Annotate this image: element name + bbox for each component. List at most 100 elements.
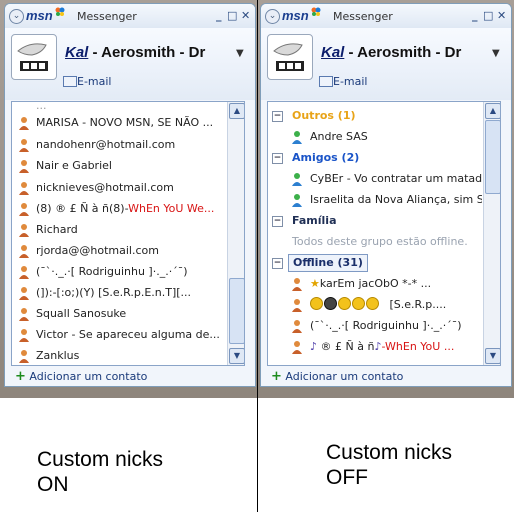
contact-list: − Outros (1) Andre SAS − Amigos (2) CyBE… — [267, 101, 501, 366]
minimize-button[interactable]: _ — [216, 9, 222, 22]
minimize-button[interactable]: _ — [472, 9, 478, 22]
title-bar[interactable]: ⌄ msn Messenger _ □ ✕ — [261, 4, 511, 28]
caption-right: Custom nicks OFF — [326, 441, 453, 489]
profile-header: Kal - Aerosmith - Dr ▼ E-mail — [5, 28, 255, 100]
scroll-down-button[interactable]: ▼ — [485, 348, 500, 364]
list-item[interactable]: (¯`·._.·[ Rodriguinhu ]·._.·´¯) — [268, 316, 482, 336]
display-name[interactable]: Kal - Aerosmith - Dr — [321, 44, 491, 61]
offline-buddy-icon — [19, 287, 29, 300]
list-item[interactable]: (¯`·._.·[ Rodriguinhu ]·._.·´¯) — [12, 262, 226, 282]
list-item[interactable]: rjorda@@hotmail.com — [12, 241, 226, 261]
maximize-button[interactable]: □ — [483, 9, 493, 22]
list-item[interactable]: Andre SAS — [268, 127, 482, 147]
list-item[interactable]: (8) ® £ Ñ à ñ(8)-WhEn YoU We... — [12, 199, 226, 219]
list-item[interactable]: Nair e Gabriel — [12, 156, 226, 176]
messenger-window-right: ⌄ msn Messenger _ □ ✕ Kal - Aerosmith - … — [260, 3, 512, 387]
list-item[interactable]: Israelita da Nova Aliança, sim S... — [268, 190, 482, 210]
collapse-icon[interactable]: − — [272, 216, 283, 227]
list-item[interactable]: Victor - Se apareceu alguma de... — [12, 325, 226, 345]
group-header-amigos[interactable]: − Amigos (2) — [268, 148, 482, 168]
email-icon — [63, 76, 77, 87]
scroll-up-button[interactable]: ▲ — [485, 103, 500, 119]
group-header-outros[interactable]: − Outros (1) — [268, 106, 482, 126]
online-buddy-icon — [292, 131, 302, 144]
emoticon-icon — [338, 297, 351, 310]
online-buddy-icon — [292, 194, 302, 207]
list-item[interactable]: Squall Sanosuke — [12, 304, 226, 324]
scroll-thumb[interactable] — [485, 120, 500, 194]
contact-list: ... MARISA - NOVO MSN, SE NÃO ... nandoh… — [11, 101, 245, 366]
collapse-icon[interactable]: − — [272, 153, 283, 164]
caption-left: Custom nicks ON — [37, 448, 164, 496]
group-header-familia[interactable]: − Família — [268, 211, 482, 231]
list-item[interactable]: MARISA - NOVO MSN, SE NÃO ... — [12, 113, 226, 133]
scroll-down-button[interactable]: ▼ — [229, 348, 244, 364]
group-header-offline[interactable]: − Offline (31) — [268, 253, 482, 273]
music-note-icon: ♪ — [310, 340, 318, 353]
display-picture[interactable] — [267, 34, 313, 80]
offline-buddy-icon — [292, 299, 302, 312]
list-item[interactable]: (]):-[:o;)(Y) [S.e.R.p.E.n.T][... — [12, 283, 226, 303]
msn-logo: msn — [26, 8, 53, 23]
status-dropdown-icon[interactable]: ▼ — [492, 48, 500, 59]
close-button[interactable]: ✕ — [241, 9, 250, 22]
music-note-icon: ♪ — [374, 340, 382, 353]
offline-buddy-icon — [19, 308, 29, 321]
offline-buddy-icon — [292, 341, 302, 354]
close-button[interactable]: ✕ — [497, 9, 506, 22]
maximize-button[interactable]: □ — [227, 9, 237, 22]
divider-line — [257, 0, 258, 512]
offline-buddy-icon — [19, 139, 29, 152]
offline-buddy-icon — [19, 350, 29, 363]
msn-logo: msn — [282, 8, 309, 23]
display-picture[interactable] — [11, 34, 57, 80]
scroll-up-button[interactable]: ▲ — [229, 103, 244, 119]
messenger-window-left: ⌄ msn Messenger _ □ ✕ Kal - Aerosmith - … — [4, 3, 256, 387]
offline-buddy-icon — [19, 329, 29, 342]
star-emoticon-icon: ★ — [310, 277, 320, 290]
offline-buddy-icon — [19, 160, 29, 173]
scroll-thumb[interactable] — [229, 278, 244, 344]
list-item[interactable]: CyBEr - Vo contratar um matad... — [268, 169, 482, 189]
emoticon-icon — [310, 297, 323, 310]
msn-butterfly-icon — [55, 7, 65, 16]
vertical-scrollbar[interactable]: ▲ ▼ — [227, 102, 244, 365]
list-item[interactable]: [S.e.R.p.... — [268, 295, 482, 315]
list-item[interactable]: Zanklus — [12, 346, 226, 365]
list-item[interactable]: nandohenr@hotmail.com — [12, 135, 226, 155]
bat-emoticon-icon — [324, 297, 337, 310]
plus-icon: + — [271, 369, 282, 384]
thumbs-emoticon-icon — [366, 297, 379, 310]
collapse-icon[interactable]: − — [272, 111, 283, 122]
offline-buddy-icon — [19, 203, 29, 216]
emoticon-icon — [352, 297, 365, 310]
email-icon — [319, 76, 333, 87]
title-bar[interactable]: ⌄ msn Messenger _ □ ✕ — [5, 4, 255, 28]
list-item[interactable]: ★karEm jacObO *-* ... — [268, 274, 482, 294]
group-empty-note: Todos deste grupo estão offline. — [292, 235, 468, 248]
msn-butterfly-icon — [311, 7, 321, 16]
plus-icon: + — [15, 369, 26, 384]
window-title: Messenger — [333, 10, 393, 23]
list-item[interactable]: Richard — [12, 220, 226, 240]
offline-buddy-icon — [19, 117, 29, 130]
system-menu-icon[interactable]: ⌄ — [265, 9, 280, 24]
system-menu-icon[interactable]: ⌄ — [9, 9, 24, 24]
list-item[interactable]: ♪ ® £ Ñ à ñ♪-WhEn YoU ... — [268, 337, 482, 357]
offline-buddy-icon — [19, 224, 29, 237]
list-item[interactable]: nicknieves@hotmail.com — [12, 178, 226, 198]
add-contact-link[interactable]: + Adicionar um contato — [271, 369, 403, 384]
status-dropdown-icon[interactable]: ▼ — [236, 48, 244, 59]
offline-buddy-icon — [19, 266, 29, 279]
display-name[interactable]: Kal - Aerosmith - Dr — [65, 44, 235, 61]
vertical-scrollbar[interactable]: ▲ ▼ — [483, 102, 500, 365]
collapse-icon[interactable]: − — [272, 258, 283, 269]
offline-buddy-icon — [292, 278, 302, 291]
email-link[interactable]: E-mail — [77, 75, 112, 88]
email-link[interactable]: E-mail — [333, 75, 368, 88]
online-buddy-icon — [292, 173, 302, 186]
window-title: Messenger — [77, 10, 137, 23]
profile-header: Kal - Aerosmith - Dr ▼ E-mail — [261, 28, 511, 100]
add-contact-link[interactable]: + Adicionar um contato — [15, 369, 147, 384]
offline-buddy-icon — [19, 245, 29, 258]
